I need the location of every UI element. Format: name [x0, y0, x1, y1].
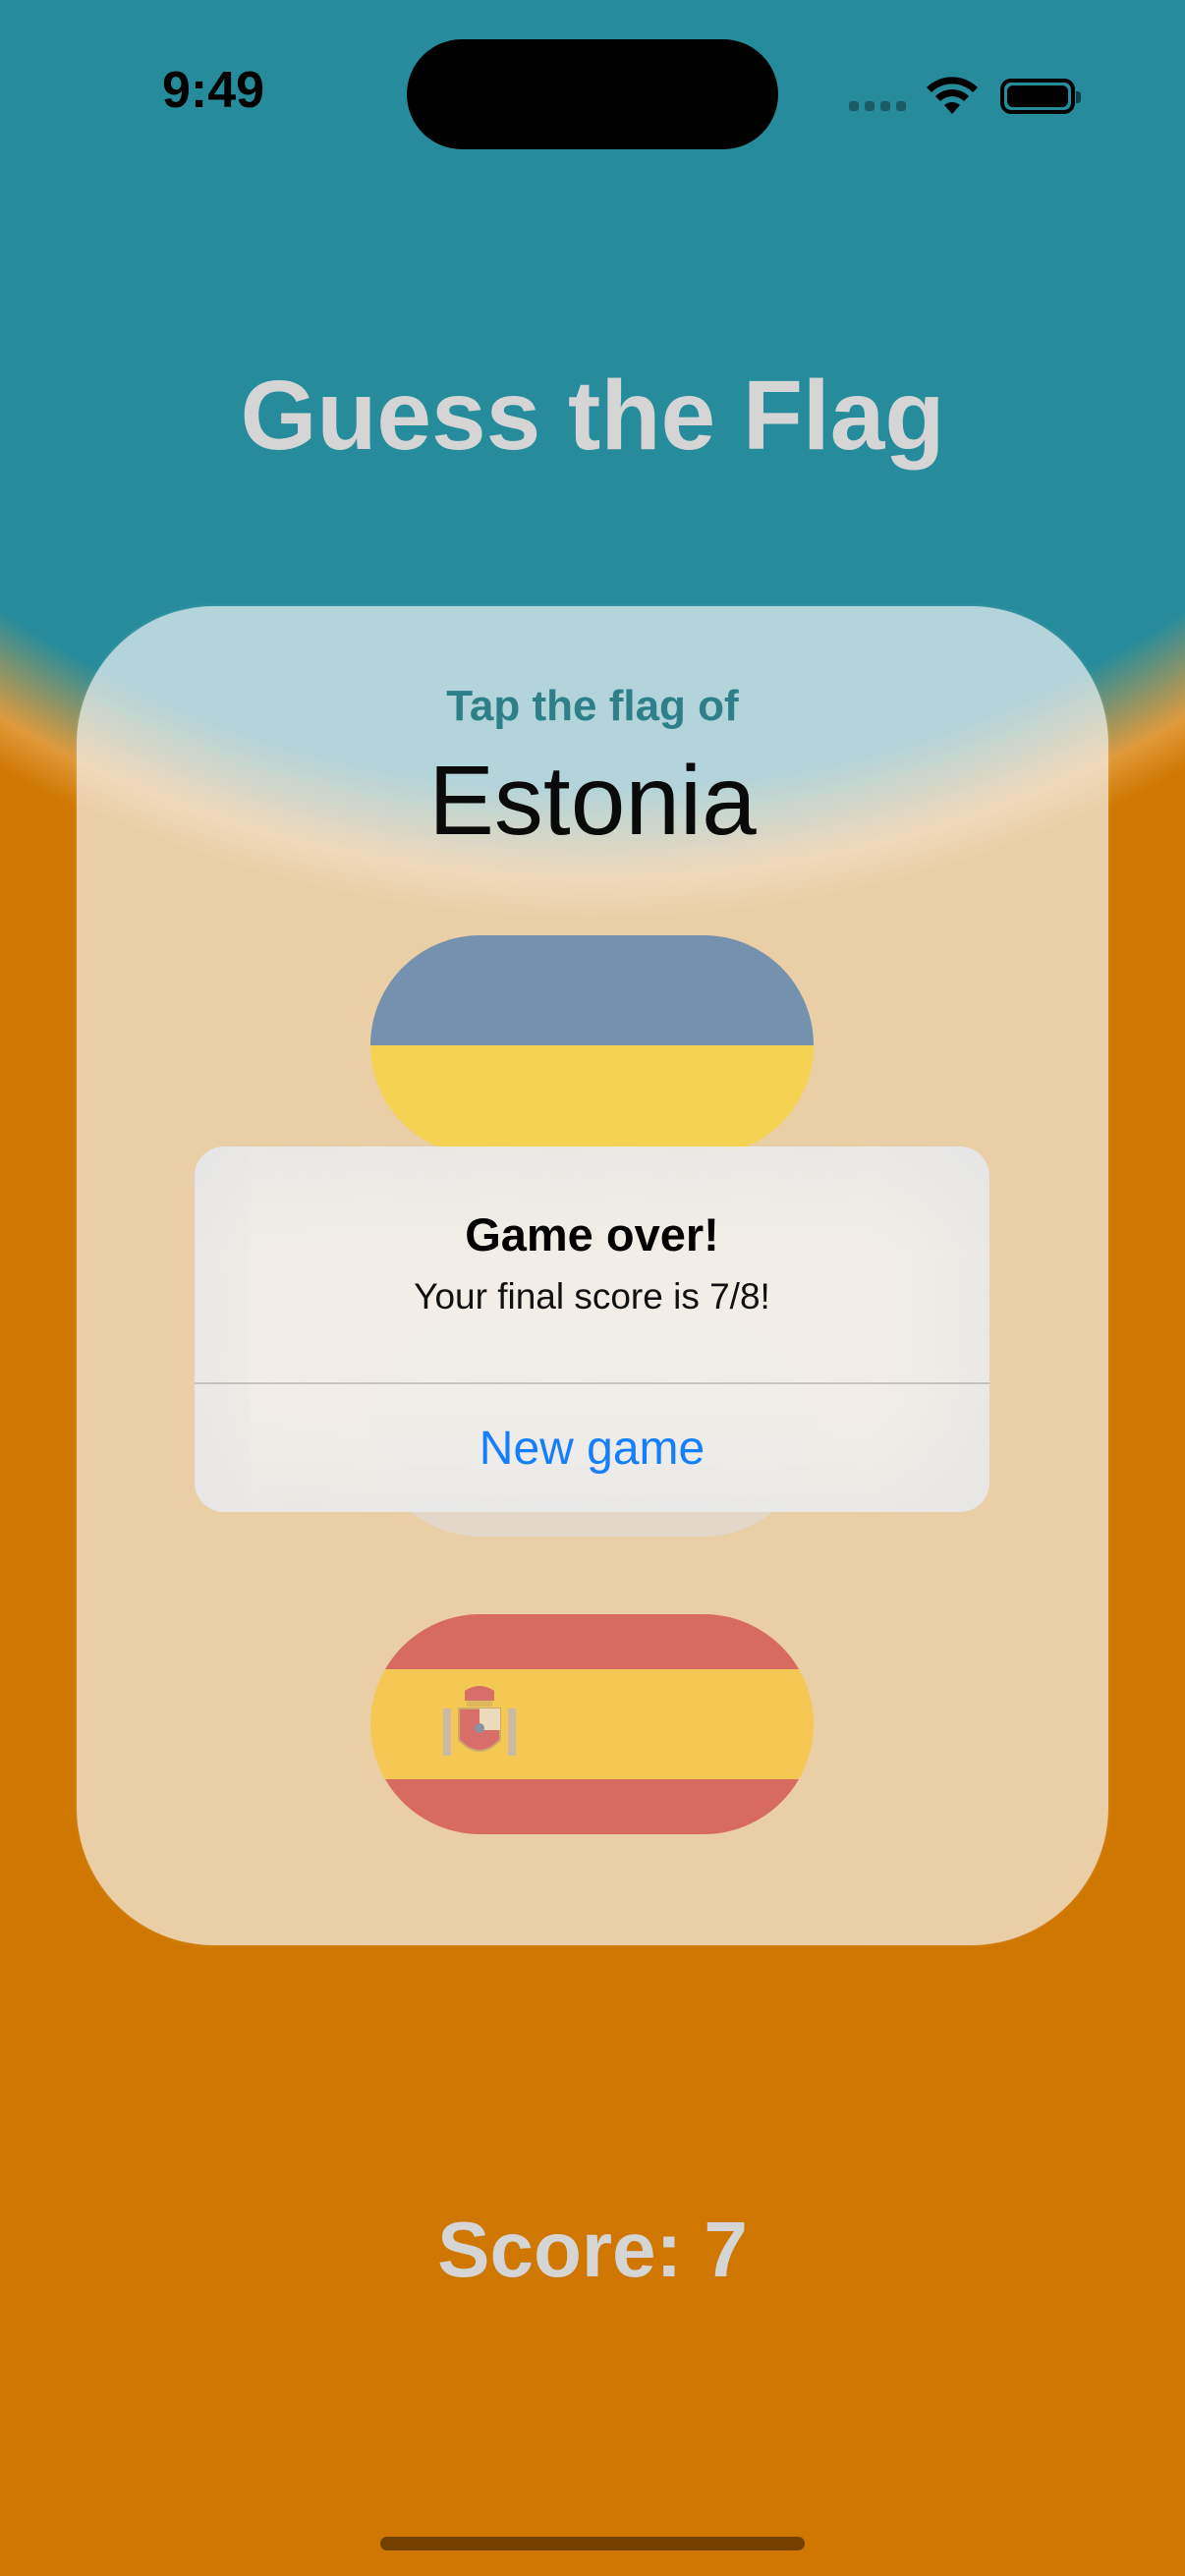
country-name: Estonia — [428, 746, 757, 856]
alert-title: Game over! — [465, 1208, 719, 1260]
flag-button-spain[interactable] — [370, 1614, 814, 1834]
flag-button-ukraine[interactable] — [370, 935, 814, 1155]
dynamic-island — [407, 39, 778, 149]
status-bar-time: 9:49 — [162, 62, 265, 119]
signal-icon — [849, 101, 906, 111]
new-game-button[interactable]: New game — [195, 1384, 989, 1512]
prompt-label: Tap the flag of — [446, 682, 739, 730]
home-indicator[interactable] — [380, 2537, 805, 2550]
coat-of-arms-icon — [443, 1686, 516, 1756]
battery-icon — [1000, 79, 1081, 114]
app-title: Guess the Flag — [240, 361, 945, 471]
alert-message: Your final score is 7/8! — [414, 1276, 770, 1316]
game-over-alert: Game over! Your final score is 7/8! New … — [195, 1147, 989, 1512]
score-label: Score: 7 — [437, 2206, 748, 2293]
wifi-icon — [927, 77, 978, 114]
